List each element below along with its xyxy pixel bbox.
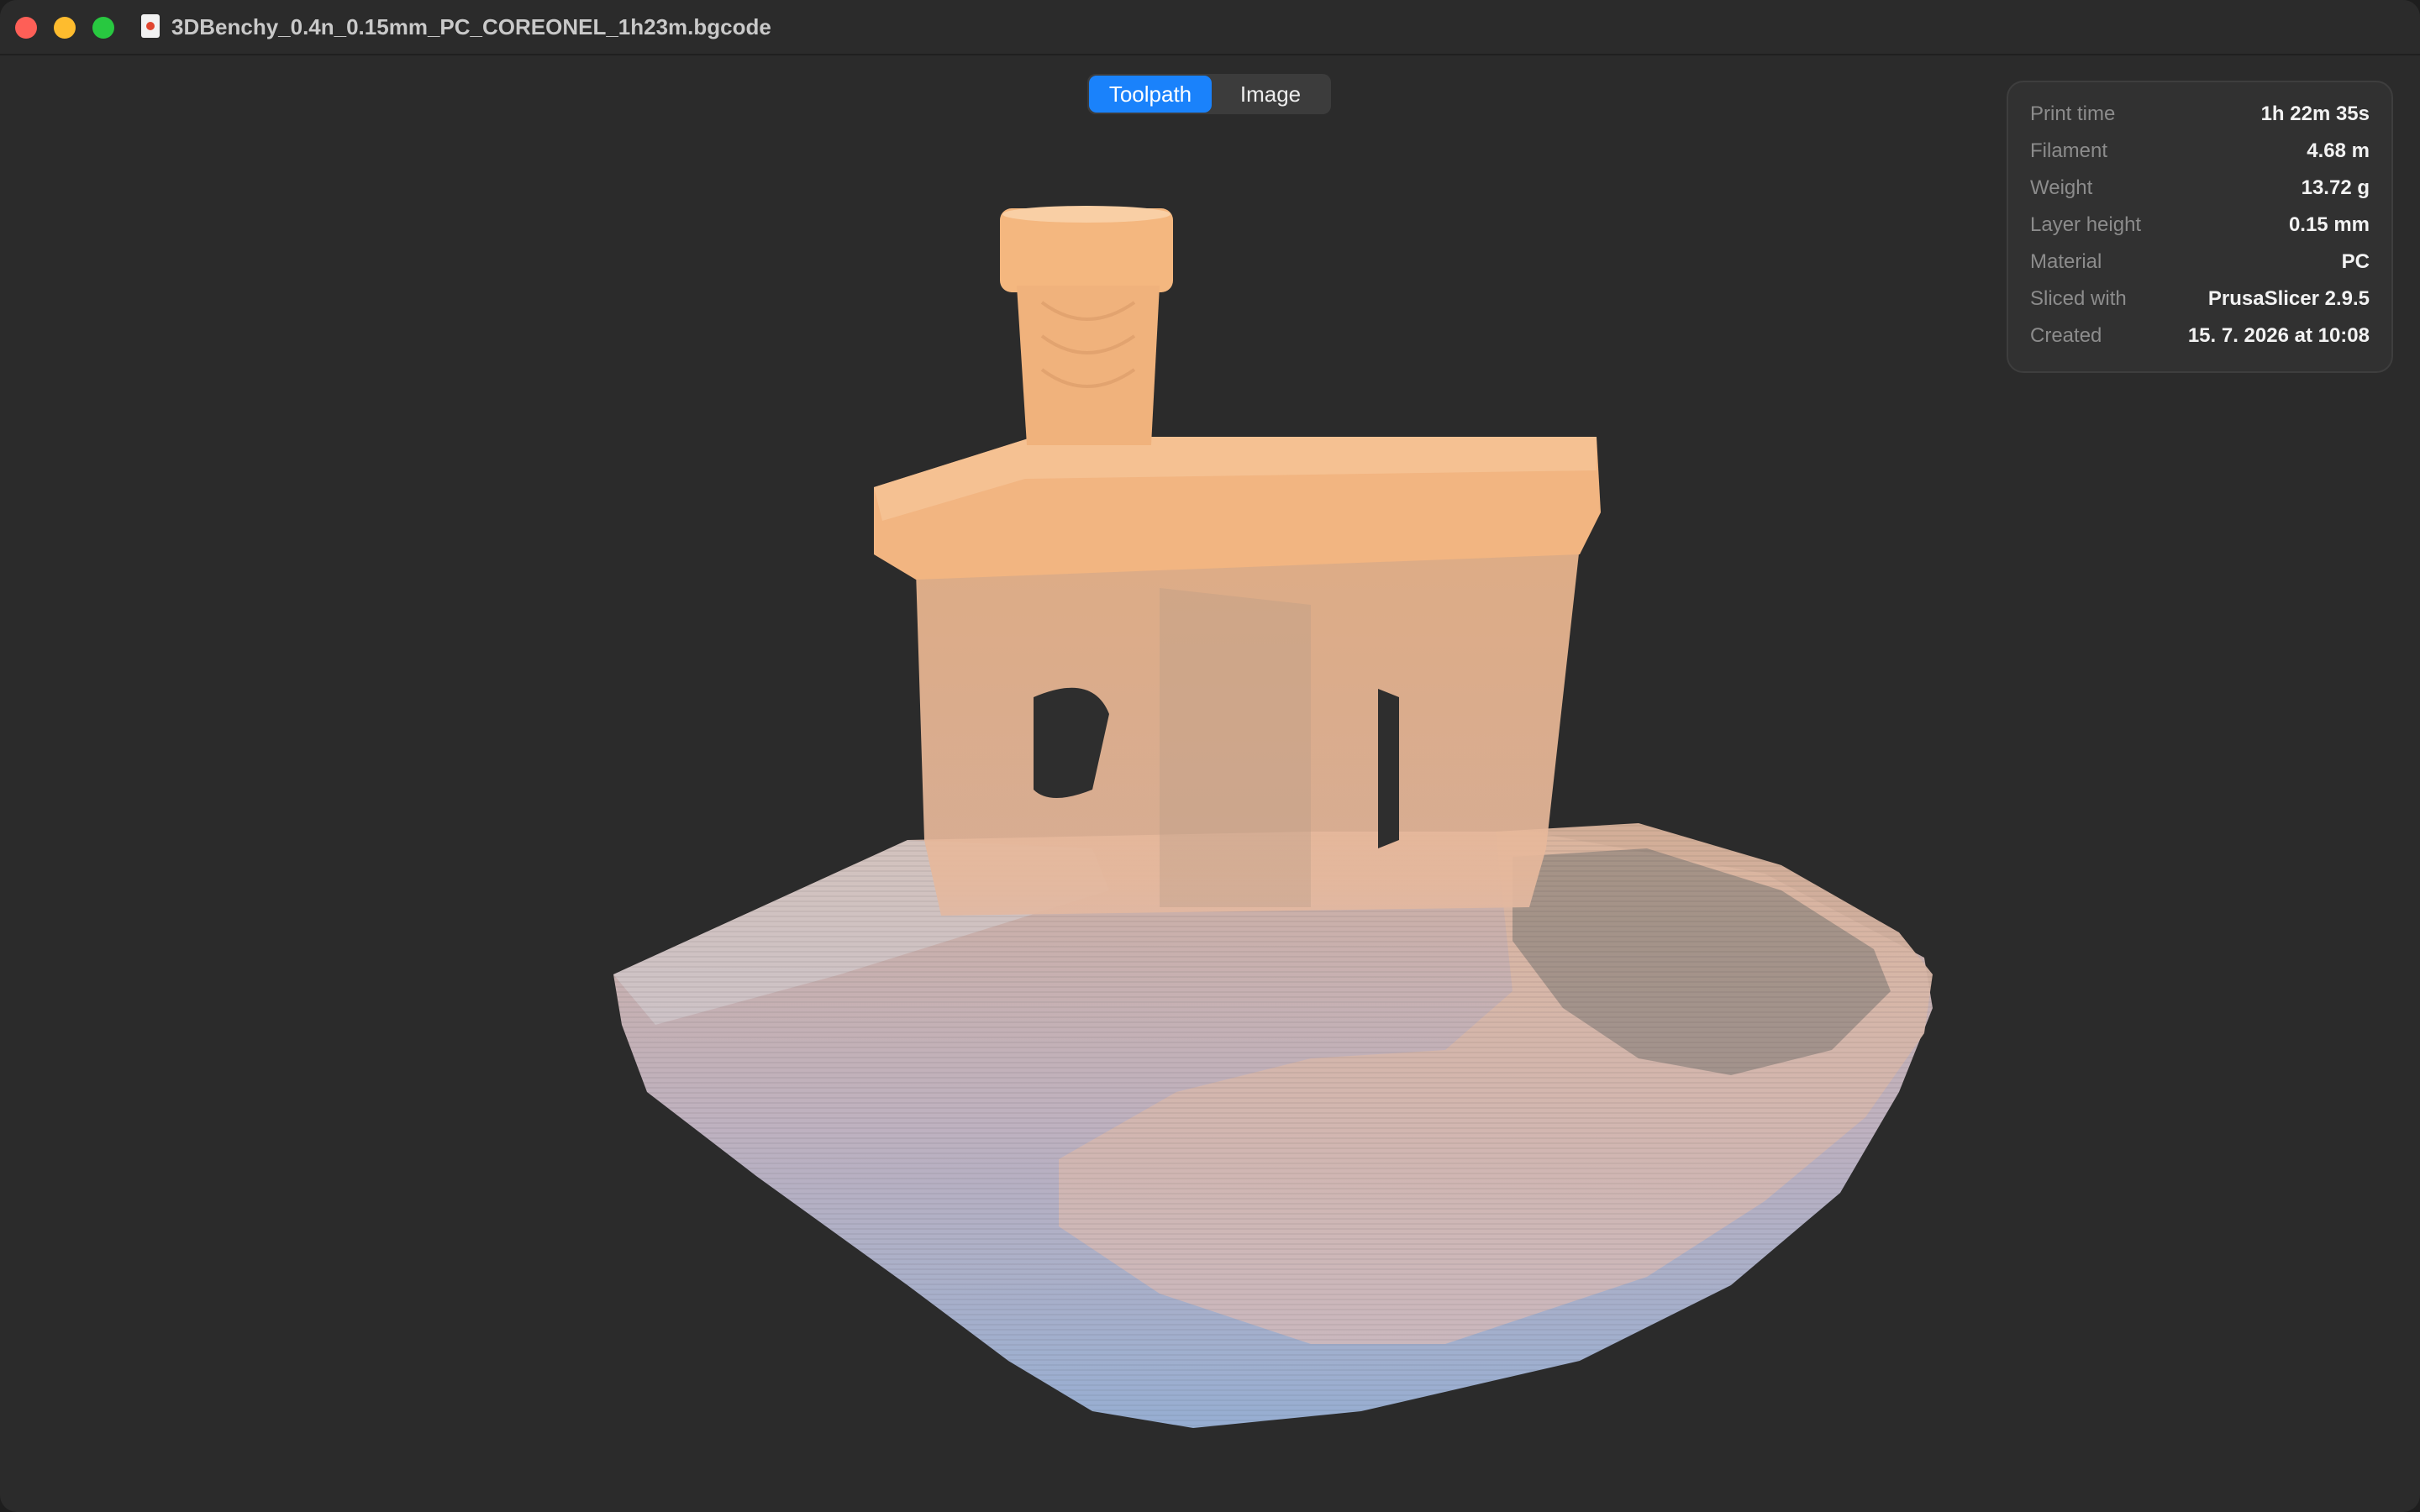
- close-window-button[interactable]: [15, 17, 37, 39]
- info-row-filament: Filament 4.68 m: [2030, 133, 2370, 170]
- window-title: 3DBenchy_0.4n_0.15mm_PC_COREONEL_1h23m.b…: [171, 14, 771, 39]
- info-value: 15. 7. 2026 at 10:08: [2187, 324, 2370, 347]
- image-tab[interactable]: Image: [1212, 76, 1329, 113]
- info-label: Weight: [2030, 176, 2093, 199]
- info-value: PC: [2341, 250, 2370, 273]
- minimize-window-button[interactable]: [54, 17, 76, 39]
- info-label: Print time: [2030, 102, 2116, 125]
- info-row-created: Created 15. 7. 2026 at 10:08: [2030, 318, 2370, 354]
- info-label: Created: [2030, 324, 2102, 347]
- info-value: 1h 22m 35s: [2260, 102, 2370, 125]
- app-window: 3DBenchy_0.4n_0.15mm_PC_COREONEL_1h23m.b…: [0, 0, 2420, 1512]
- bgcode-file-icon: [141, 14, 160, 38]
- info-label: Sliced with: [2030, 287, 2127, 310]
- info-row-print-time: Print time 1h 22m 35s: [2030, 96, 2370, 133]
- info-row-material: Material PC: [2030, 244, 2370, 281]
- info-value: 4.68 m: [2307, 139, 2370, 162]
- info-label: Material: [2030, 250, 2102, 273]
- info-value: PrusaSlicer 2.9.5: [2207, 287, 2370, 310]
- title-bar[interactable]: 3DBenchy_0.4n_0.15mm_PC_COREONEL_1h23m.b…: [0, 0, 2420, 55]
- print-info-panel: Print time 1h 22m 35s Filament 4.68 m We…: [2007, 81, 2393, 373]
- chimney-shape: [1000, 206, 1173, 445]
- info-value: 0.15 mm: [2288, 213, 2370, 236]
- zoom-window-button[interactable]: [92, 17, 114, 39]
- toolpath-tab[interactable]: Toolpath: [1089, 76, 1212, 113]
- cabin-shape: [874, 437, 1601, 916]
- info-row-layer-height: Layer height 0.15 mm: [2030, 207, 2370, 244]
- info-row-sliced-with: Sliced with PrusaSlicer 2.9.5: [2030, 281, 2370, 318]
- view-mode-toggle[interactable]: Toolpath Image: [1087, 74, 1331, 114]
- info-label: Layer height: [2030, 213, 2142, 236]
- info-row-weight: Weight 13.72 g: [2030, 170, 2370, 207]
- info-value: 13.72 g: [2301, 176, 2370, 199]
- info-label: Filament: [2030, 139, 2108, 162]
